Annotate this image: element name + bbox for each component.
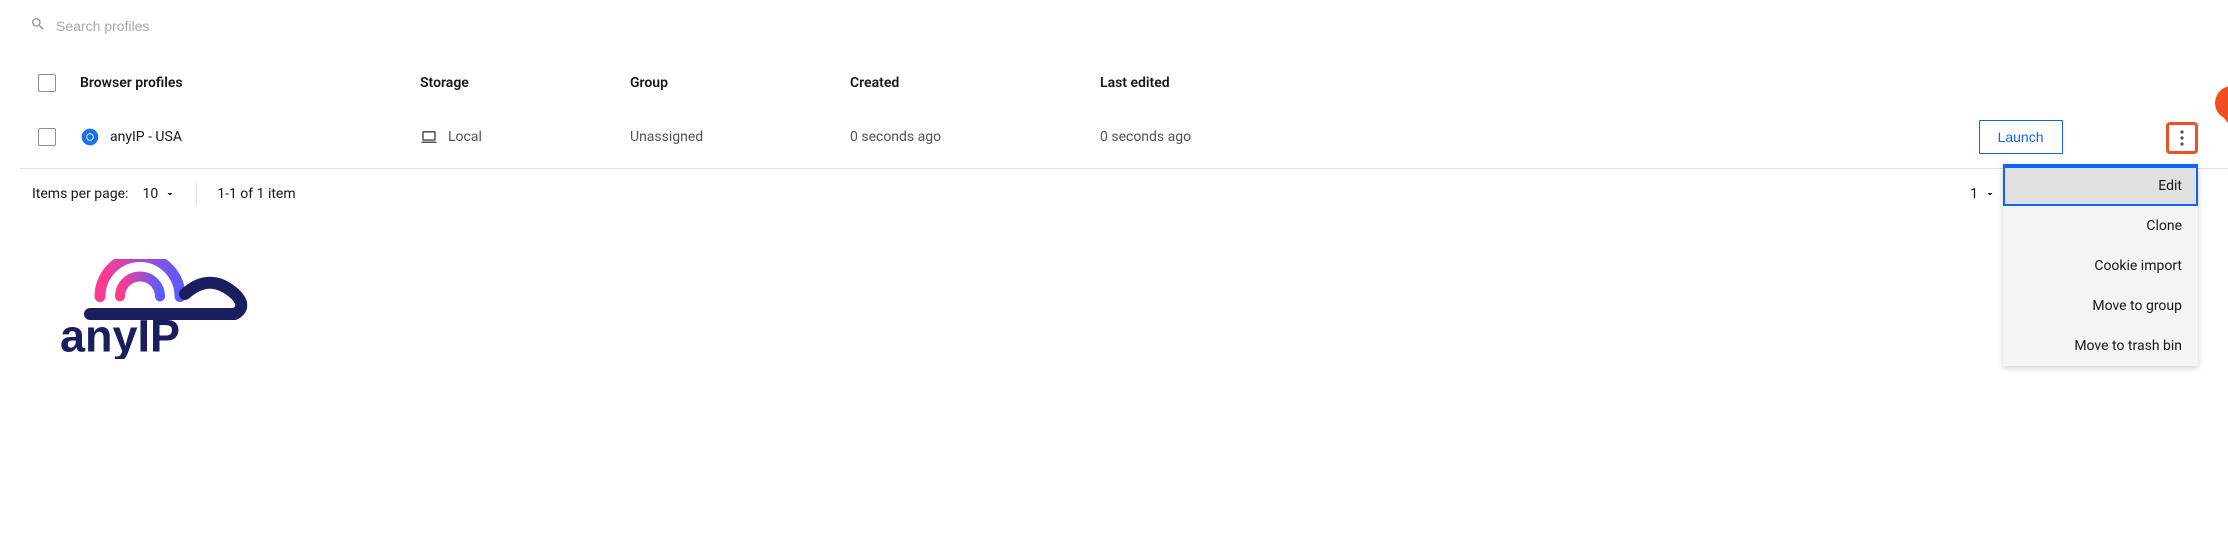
page-select[interactable]: 1 — [1970, 186, 1996, 202]
search-input[interactable] — [56, 18, 356, 34]
storage-value: Local — [448, 129, 482, 145]
row-checkbox[interactable] — [38, 128, 56, 146]
created-value: 0 seconds ago — [838, 106, 1088, 169]
column-header-group[interactable]: Group — [618, 60, 838, 106]
menu-item-edit[interactable]: Edit — [2003, 166, 2198, 206]
column-header-created[interactable]: Created — [838, 60, 1088, 106]
search-icon — [30, 16, 56, 36]
chevron-down-icon — [164, 188, 176, 200]
svg-text:anyIP: anyIP — [60, 311, 180, 360]
row-menu-button[interactable] — [2166, 122, 2198, 154]
laptop-icon — [420, 128, 438, 146]
browser-icon — [80, 127, 100, 147]
table-row: anyIP - USA Local Unassigned 0 seconds a… — [20, 106, 2228, 169]
group-value: Unassigned — [618, 106, 838, 169]
menu-item-cookie-import[interactable]: Cookie import — [2003, 246, 2198, 286]
items-per-page-label: Items per page: — [32, 186, 128, 202]
column-header-profiles[interactable]: Browser profiles — [68, 60, 408, 106]
kebab-icon — [2180, 130, 2184, 146]
profile-name: anyIP - USA — [110, 129, 182, 145]
column-header-storage[interactable]: Storage — [408, 60, 618, 106]
menu-item-move-to-group[interactable]: Move to group — [2003, 286, 2198, 326]
items-range: 1-1 of 1 item — [217, 186, 295, 202]
menu-item-clone[interactable]: Clone — [2003, 206, 2198, 246]
edited-value: 0 seconds ago — [1088, 106, 1408, 169]
launch-button[interactable]: Launch — [1979, 120, 2063, 154]
divider — [196, 183, 197, 205]
brand-logo: anyIP — [50, 259, 2228, 363]
items-per-page-select[interactable]: 10 — [142, 186, 176, 202]
column-header-edited[interactable]: Last edited — [1088, 60, 1408, 106]
select-all-checkbox[interactable] — [38, 74, 56, 92]
row-menu-dropdown: Edit Clone Cookie import Move to group M… — [2003, 164, 2198, 366]
menu-item-move-to-trash[interactable]: Move to trash bin — [2003, 326, 2198, 366]
chevron-down-icon — [1984, 188, 1996, 200]
